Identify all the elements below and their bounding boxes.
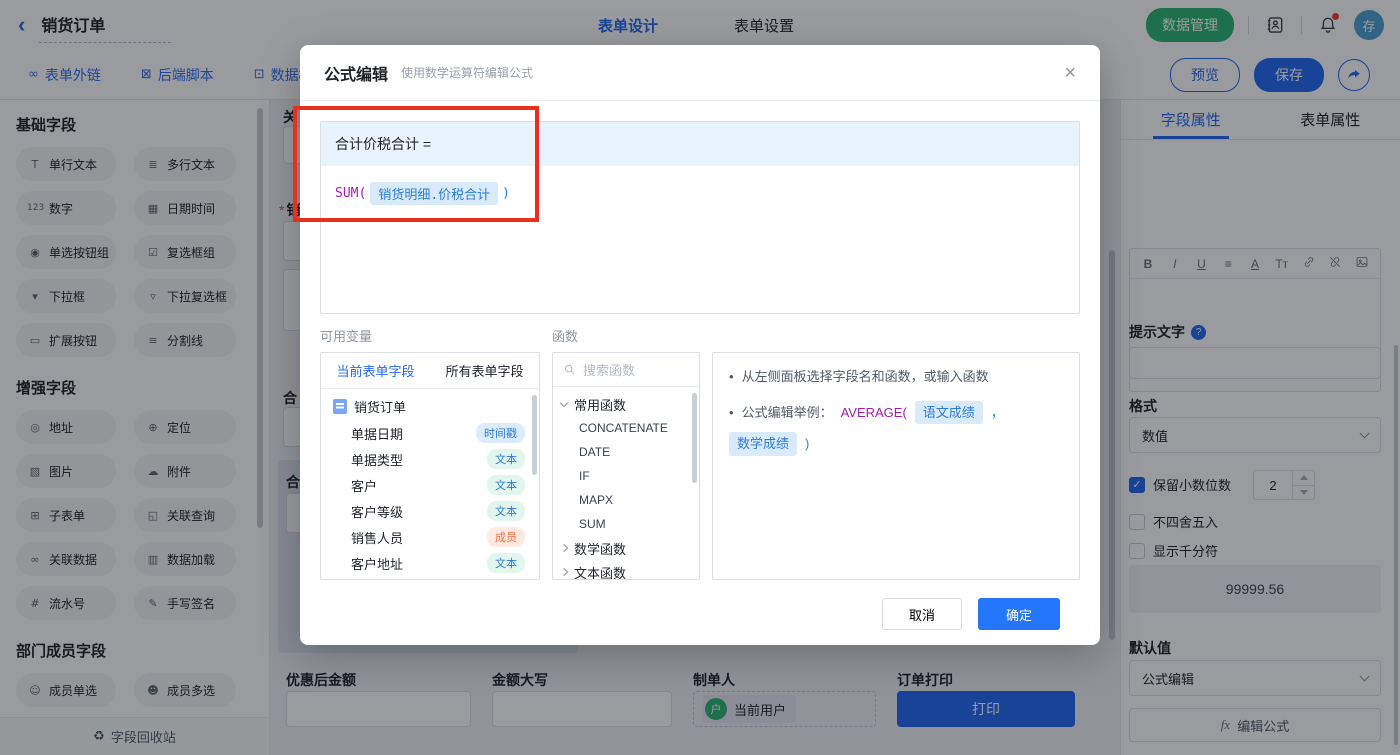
tip-line-1: • 从左侧面板选择字段名和函数，或输入函数 (713, 353, 1079, 387)
selector-panels: 当前表单字段 所有表单字段 销货订单 单据日期时间戳 单据类型文本 客户文本 客… (320, 352, 1080, 580)
close-icon[interactable]: × (1064, 63, 1076, 83)
dialog-header: 公式编辑 使用数学运算符编辑公式 × (300, 45, 1100, 101)
dialog-subtitle: 使用数学运算符编辑公式 (401, 64, 533, 81)
type-badge: 文本 (487, 449, 525, 469)
function-group-common[interactable]: 常用函数 (553, 392, 699, 416)
function-item[interactable]: IF (553, 464, 699, 488)
dialog-body: 合计价税合计 = SUM( 销货明细.价税合计 ) 可用变量 函数 当前表单字段… (300, 101, 1100, 630)
formula-expression[interactable]: SUM( 销货明细.价税合计 ) (321, 166, 1079, 221)
variable-row[interactable]: 销售人员成员 (321, 524, 539, 550)
type-badge: 文本 (487, 501, 525, 521)
cancel-button[interactable]: 取消 (882, 598, 962, 630)
search-icon (563, 363, 576, 376)
formula-field-chip[interactable]: 销货明细.价税合计 (370, 182, 498, 205)
formula-function: SUM( (335, 186, 366, 201)
variable-row[interactable]: 单据类型文本 (321, 446, 539, 472)
example-function: AVERAGE( (841, 403, 907, 423)
type-badge: 文本 (487, 475, 525, 495)
search-placeholder: 搜索函数 (583, 360, 635, 379)
function-item[interactable]: MAPX (553, 488, 699, 512)
example-comma: ， (991, 403, 1004, 423)
formula-editor-dialog: 公式编辑 使用数学运算符编辑公式 × 合计价税合计 = SUM( 销货明细.价税… (300, 45, 1100, 645)
variables-label: 可用变量 (320, 326, 540, 345)
variables-panel: 当前表单字段 所有表单字段 销货订单 单据日期时间戳 单据类型文本 客户文本 客… (320, 352, 540, 580)
function-item[interactable]: SUM (553, 512, 699, 536)
chevron-right-icon (560, 568, 568, 576)
variable-row[interactable]: 客户地址文本 (321, 550, 539, 576)
tips-panel: • 从左侧面板选择字段名和函数，或输入函数 • 公式编辑举例： AVERAGE(… (712, 352, 1080, 580)
example-close-paren: ) (805, 434, 809, 454)
variable-row[interactable]: 客户文本 (321, 472, 539, 498)
tab-all-form-fields[interactable]: 所有表单字段 (430, 353, 539, 388)
dialog-footer: 取消 确定 (320, 598, 1080, 630)
function-group-text[interactable]: 文本函数 (553, 560, 699, 580)
formula-input-area[interactable]: 合计价税合计 = SUM( 销货明细.价税合计 ) (320, 121, 1080, 314)
type-badge: 时间戳 (476, 423, 525, 443)
formula-target: 合计价税合计 = (321, 122, 1079, 166)
panel-labels: 可用变量 函数 (320, 326, 1080, 345)
tab-current-form-fields[interactable]: 当前表单字段 (321, 353, 430, 388)
bullet-icon: • (729, 367, 734, 387)
form-document-icon (333, 399, 347, 414)
variables-tabs: 当前表单字段 所有表单字段 (321, 353, 539, 389)
chevron-down-icon (560, 399, 568, 407)
variables-scrollbar[interactable] (532, 395, 537, 475)
function-item[interactable]: DATE (553, 440, 699, 464)
confirm-button[interactable]: 确定 (978, 598, 1060, 630)
functions-scrollbar[interactable] (692, 393, 697, 483)
function-group-math[interactable]: 数学函数 (553, 536, 699, 560)
type-badge: 文本 (487, 553, 525, 573)
example-chip: 数学成绩 (729, 432, 797, 456)
type-badge: 成员 (487, 527, 525, 547)
variable-row[interactable]: 单据日期时间戳 (321, 420, 539, 446)
tip-line-2: • 公式编辑举例： AVERAGE( 语文成绩 ， 数学成绩 ) (713, 387, 1079, 456)
example-chip: 语文成绩 (915, 401, 983, 425)
app: ‹ 销货订单 表单设计 表单设置 数据管理 存 ∞ 表单外链 ⊠ 后 (0, 0, 1400, 755)
variable-row[interactable]: 客户等级文本 (321, 498, 539, 524)
variables-tree-root[interactable]: 销货订单 (321, 389, 539, 420)
function-search[interactable]: 搜索函数 (553, 353, 699, 387)
bullet-icon: • (729, 403, 734, 423)
chevron-right-icon (560, 544, 568, 552)
functions-panel: 搜索函数 常用函数 CONCATENATE DATE IF MAPX SUM 数… (552, 352, 700, 580)
dialog-title: 公式编辑 (324, 61, 388, 85)
functions-label: 函数 (552, 326, 578, 345)
formula-close-paren: ) (502, 186, 510, 201)
function-item[interactable]: CONCATENATE (553, 416, 699, 440)
